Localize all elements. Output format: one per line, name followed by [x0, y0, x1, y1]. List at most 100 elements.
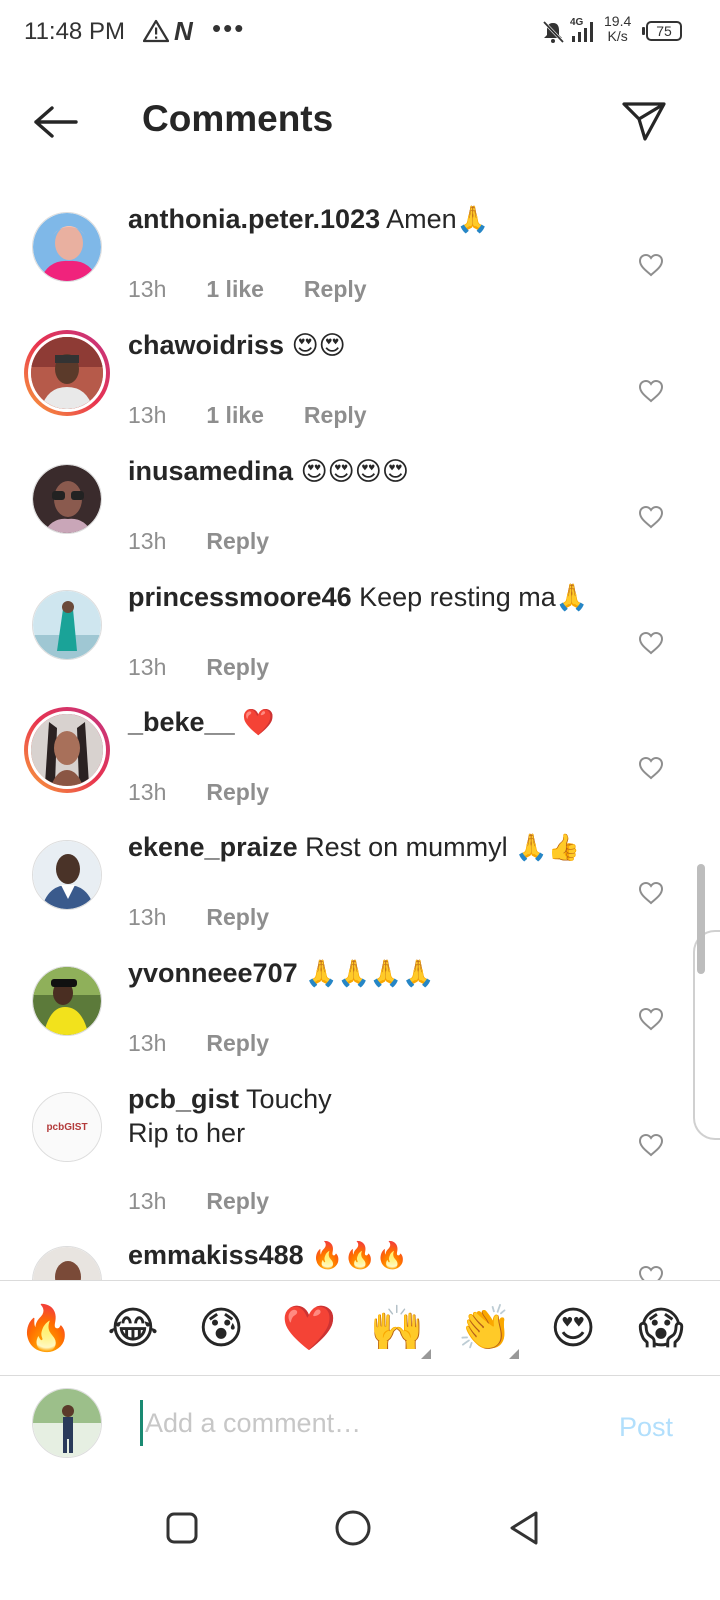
comment-likes[interactable]: 1 like	[206, 402, 264, 429]
avatar[interactable]	[30, 964, 104, 1038]
signal-icon: 4G	[570, 16, 598, 49]
skin-tone-indicator-icon	[421, 1349, 431, 1359]
avatar[interactable]	[30, 588, 104, 662]
heart-outline-icon	[638, 379, 664, 403]
pcbgist-logo: pcbGIST	[46, 1121, 88, 1133]
comment-time: 13h	[128, 528, 167, 554]
comment-body: inusamedina 😍😍😍😍	[128, 454, 618, 489]
comment-body: emmakiss488 🔥🔥🔥	[128, 1238, 618, 1273]
comment-input[interactable]	[140, 1400, 580, 1446]
comment-username[interactable]: pcb_gist	[128, 1084, 239, 1114]
scrollbar[interactable]	[697, 864, 705, 974]
comment-time: 13h	[128, 1030, 167, 1056]
header: Comments	[0, 64, 720, 178]
comment-body: pcb_gist Touchy Rip to her	[128, 1082, 618, 1150]
comment-emoji: 😍😍😍😍	[300, 457, 409, 487]
post-button[interactable]: Post	[619, 1412, 673, 1443]
comment-time: 13h	[128, 276, 167, 302]
avatar[interactable]	[24, 330, 110, 416]
heart-outline-icon	[638, 1007, 664, 1031]
comment-likes[interactable]: 1 like	[206, 276, 264, 303]
comment-text: Touchy	[246, 1084, 332, 1114]
raising-hands-emoji-button[interactable]: 🙌	[367, 1299, 431, 1359]
reply-button[interactable]: Reply	[206, 1188, 269, 1215]
comment-meta: 13h 1 like Reply	[128, 276, 367, 303]
comment-username[interactable]: princessmoore46	[128, 582, 352, 612]
reply-button[interactable]: Reply	[304, 276, 367, 303]
reply-button[interactable]: Reply	[206, 528, 269, 555]
comment-emoji: ❤️	[242, 708, 275, 738]
home-button[interactable]	[325, 1500, 381, 1556]
comment-text: Rest on mummyl	[305, 832, 508, 862]
laughing-emoji-button[interactable]: 😂	[103, 1299, 163, 1359]
mute-bell-icon	[542, 20, 565, 49]
anxious-emoji-button[interactable]: 😰	[191, 1299, 251, 1359]
svg-text:4G: 4G	[570, 17, 584, 28]
comment-username[interactable]: ekene_praize	[128, 832, 298, 862]
home-circle-icon	[335, 1510, 371, 1546]
avatar[interactable]	[24, 707, 110, 793]
comment-meta: 13h Reply	[128, 528, 269, 555]
comment-body: _beke__ ❤️	[128, 705, 618, 740]
reply-button[interactable]: Reply	[206, 779, 269, 806]
comment-body: yvonneee707 🙏🙏🙏🙏	[128, 956, 618, 991]
heart-outline-icon	[638, 881, 664, 905]
like-button[interactable]	[636, 502, 666, 532]
like-button[interactable]	[636, 250, 666, 280]
avatar[interactable]	[30, 462, 104, 536]
reply-button[interactable]: Reply	[206, 904, 269, 931]
battery-icon: 75	[642, 21, 682, 41]
like-button[interactable]	[636, 1130, 666, 1160]
comment-text-line2: Rip to her	[128, 1118, 246, 1148]
comment-emoji: 🙏	[555, 583, 589, 613]
recents-button[interactable]	[154, 1500, 210, 1556]
reply-button[interactable]: Reply	[206, 1030, 269, 1057]
comment-emoji: 🔥🔥🔥	[311, 1241, 409, 1271]
comment-username[interactable]: _beke__	[128, 707, 235, 737]
comments-list[interactable]: anthonia.peter.1023 Amen🙏 13h 1 like Rep…	[0, 178, 720, 1280]
avatar[interactable]	[30, 838, 104, 912]
heart-emoji-button[interactable]: ❤️	[279, 1299, 339, 1359]
like-button[interactable]	[636, 878, 666, 908]
like-button[interactable]	[636, 376, 666, 406]
back-triangle-icon	[510, 1511, 538, 1545]
clapping-emoji-button[interactable]: 👏	[455, 1299, 519, 1359]
comment-body: chawoidriss 😍😍	[128, 328, 618, 363]
comment-emoji: 🙏	[456, 205, 490, 235]
avatar[interactable]	[30, 210, 104, 284]
avatar[interactable]: pcbGIST	[30, 1090, 104, 1164]
like-button[interactable]	[636, 1262, 666, 1280]
heart-eyes-emoji-button[interactable]: 😍	[543, 1299, 603, 1359]
screaming-emoji-button[interactable]: 😱	[631, 1299, 691, 1359]
share-button[interactable]	[616, 96, 672, 146]
comment-username[interactable]: yvonneee707	[128, 958, 298, 988]
comment-time: 13h	[128, 402, 167, 428]
like-button[interactable]	[636, 753, 666, 783]
comment-body: princessmoore46 Keep resting ma🙏	[128, 580, 618, 615]
comment-username[interactable]: emmakiss488	[128, 1240, 304, 1270]
comment-text: Amen	[386, 204, 457, 234]
back-button[interactable]	[24, 98, 84, 146]
comment-username[interactable]: anthonia.peter.1023	[128, 204, 380, 234]
comment-meta: 13h 1 like Reply	[128, 402, 367, 429]
like-button[interactable]	[636, 1004, 666, 1034]
heart-outline-icon	[638, 631, 664, 655]
back-nav-button[interactable]	[496, 1500, 552, 1556]
heart-outline-icon	[638, 756, 664, 780]
n-app-icon: N	[174, 16, 193, 46]
comment-time: 13h	[128, 1188, 167, 1214]
like-button[interactable]	[636, 628, 666, 658]
reply-button[interactable]: Reply	[304, 402, 367, 429]
more-dots-icon: •••	[212, 13, 246, 43]
paper-plane-icon	[622, 102, 666, 141]
comment-time: 13h	[128, 904, 167, 930]
avatar[interactable]	[30, 1244, 104, 1280]
fire-emoji-button[interactable]: 🔥	[16, 1299, 76, 1359]
comment-username[interactable]: inusamedina	[128, 456, 293, 486]
comment-username[interactable]: chawoidriss	[128, 330, 284, 360]
my-avatar	[32, 1388, 102, 1458]
reply-button[interactable]: Reply	[206, 654, 269, 681]
comment-text: Keep resting ma	[359, 582, 556, 612]
comment-meta: 13h Reply	[128, 904, 269, 931]
comment-emoji: 😍😍	[291, 331, 346, 361]
